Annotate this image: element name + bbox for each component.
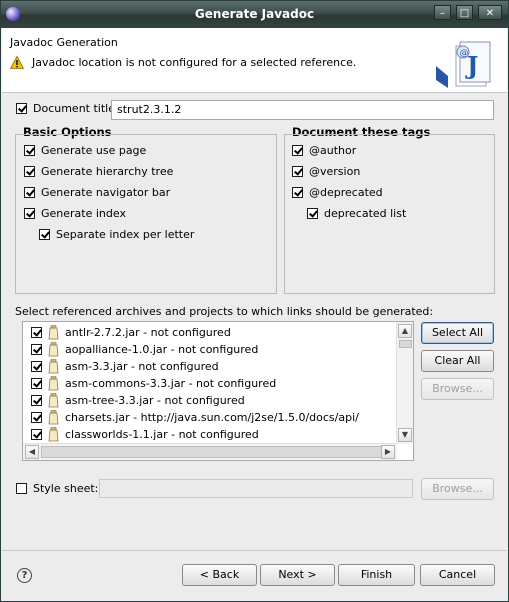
checkbox[interactable] xyxy=(24,187,35,198)
item-label: asm-tree-3.3.jar - not configured xyxy=(65,394,245,407)
jar-icon xyxy=(48,342,59,357)
separate-index-per-letter-option[interactable]: Separate index per letter xyxy=(39,228,194,241)
option-label: Generate hierarchy tree xyxy=(41,165,174,178)
window-title: Generate Javadoc xyxy=(194,7,315,21)
help-icon[interactable]: ? xyxy=(17,568,32,583)
horizontal-scrollbar[interactable]: ◀ ▶ xyxy=(23,443,397,460)
checkbox[interactable] xyxy=(292,145,303,156)
banner-heading: Javadoc Generation xyxy=(10,36,118,49)
option-label: Generate navigator bar xyxy=(41,186,171,199)
item-label: asm-3.3.jar - not configured xyxy=(65,360,219,373)
version-tag-option[interactable]: @version xyxy=(292,165,360,178)
style-sheet-label: Style sheet: xyxy=(33,482,99,495)
document-title-field[interactable]: strut2.3.1.2 xyxy=(111,100,494,120)
option-label: @version xyxy=(309,165,361,178)
wizard-banner: Javadoc Generation Javadoc location is n… xyxy=(2,28,507,93)
item-label: aopalliance-1.0.jar - not configured xyxy=(65,343,259,356)
back-button[interactable]: < Back xyxy=(182,564,257,586)
checkbox[interactable] xyxy=(31,395,42,406)
list-item[interactable]: antlr-2.7.2.jar - not configured xyxy=(31,324,231,341)
browse-references-button[interactable]: Browse... xyxy=(421,378,494,400)
option-label: Separate index per letter xyxy=(56,228,195,241)
vertical-scrollbar[interactable]: ▲ ▼ xyxy=(396,322,413,444)
checkbox[interactable] xyxy=(307,208,318,219)
warning-icon xyxy=(10,56,24,69)
jar-icon xyxy=(48,393,59,408)
svg-text:@: @ xyxy=(460,49,469,59)
jar-icon xyxy=(48,410,59,425)
close-button[interactable]: ✕ xyxy=(478,5,502,20)
item-label: asm-commons-3.3.jar - not configured xyxy=(65,377,277,390)
generate-use-page-option[interactable]: Generate use page xyxy=(24,144,146,157)
jar-icon xyxy=(48,376,59,391)
checkbox[interactable] xyxy=(31,429,42,440)
list-item[interactable]: asm-3.3.jar - not configured xyxy=(31,358,219,375)
option-label: @author xyxy=(309,144,357,157)
next-button[interactable]: Next > xyxy=(260,564,335,586)
finish-button[interactable]: Finish xyxy=(338,564,415,586)
checkbox[interactable] xyxy=(24,166,35,177)
banner-warning-message: Javadoc location is not configured for a… xyxy=(32,56,357,69)
browse-style-sheet-button[interactable]: Browse... xyxy=(421,478,494,500)
checkbox[interactable] xyxy=(31,378,42,389)
minimize-button[interactable]: – xyxy=(434,5,451,20)
generate-index-option[interactable]: Generate index xyxy=(24,207,126,220)
option-label: deprecated list xyxy=(324,207,407,220)
footer-separator xyxy=(2,550,507,551)
list-item[interactable]: asm-commons-3.3.jar - not configured xyxy=(31,375,276,392)
author-tag-option[interactable]: @author xyxy=(292,144,356,157)
scroll-right-arrow-icon[interactable]: ▶ xyxy=(381,445,395,459)
checkbox[interactable] xyxy=(39,229,50,240)
jar-icon xyxy=(48,359,59,374)
item-label: classworlds-1.1.jar - not configured xyxy=(65,428,259,441)
scroll-up-arrow-icon[interactable]: ▲ xyxy=(398,324,412,338)
item-label: charsets.jar - http://java.sun.com/j2se/… xyxy=(65,411,359,424)
checkbox[interactable] xyxy=(31,327,42,338)
scroll-down-arrow-icon[interactable]: ▼ xyxy=(398,428,412,442)
checkbox[interactable] xyxy=(24,145,35,156)
list-item[interactable]: aopalliance-1.0.jar - not configured xyxy=(31,341,258,358)
generate-javadoc-dialog: Generate Javadoc – □ ✕ Javadoc Generatio… xyxy=(0,0,509,602)
option-label: Generate index xyxy=(41,207,126,220)
scroll-thumb[interactable] xyxy=(399,340,412,348)
style-sheet-field[interactable] xyxy=(99,479,413,498)
title-bar[interactable]: Generate Javadoc – □ ✕ xyxy=(1,1,508,28)
jar-icon xyxy=(48,325,59,340)
style-sheet-option[interactable]: Style sheet: xyxy=(16,482,98,495)
checkbox[interactable] xyxy=(292,166,303,177)
jar-icon xyxy=(48,427,59,442)
checkbox[interactable] xyxy=(292,187,303,198)
option-label: @deprecated xyxy=(309,186,383,199)
cancel-button[interactable]: Cancel xyxy=(420,564,495,586)
references-label: Select referenced archives and projects … xyxy=(15,305,434,318)
select-all-button[interactable]: Select All xyxy=(421,322,494,344)
generate-hierarchy-tree-option[interactable]: Generate hierarchy tree xyxy=(24,165,173,178)
option-label: Generate use page xyxy=(41,144,147,157)
deprecated-tag-option[interactable]: @deprecated xyxy=(292,186,383,199)
document-title-checkbox[interactable] xyxy=(16,103,27,114)
generate-navigator-bar-option[interactable]: Generate navigator bar xyxy=(24,186,170,199)
style-sheet-checkbox[interactable] xyxy=(16,483,27,494)
list-item[interactable]: classworlds-1.1.jar - not configured xyxy=(31,426,259,443)
checkbox[interactable] xyxy=(31,361,42,372)
checkbox[interactable] xyxy=(24,208,35,219)
list-item[interactable]: asm-tree-3.3.jar - not configured xyxy=(31,392,245,409)
checkbox[interactable] xyxy=(31,412,42,423)
references-list[interactable]: antlr-2.7.2.jar - not configured aopalli… xyxy=(22,321,414,461)
document-title-label: Document title: xyxy=(33,102,119,115)
maximize-button[interactable]: □ xyxy=(456,5,473,20)
scroll-left-arrow-icon[interactable]: ◀ xyxy=(25,445,39,459)
javadoc-wizard-icon: J @ xyxy=(436,41,491,88)
deprecated-list-option[interactable]: deprecated list xyxy=(307,207,406,220)
scroll-thumb[interactable] xyxy=(41,446,383,458)
item-label: antlr-2.7.2.jar - not configured xyxy=(65,326,231,339)
document-title-option[interactable]: Document title: xyxy=(16,102,119,115)
clear-all-button[interactable]: Clear All xyxy=(421,350,494,372)
checkbox[interactable] xyxy=(31,344,42,355)
list-item[interactable]: charsets.jar - http://java.sun.com/j2se/… xyxy=(31,409,359,426)
